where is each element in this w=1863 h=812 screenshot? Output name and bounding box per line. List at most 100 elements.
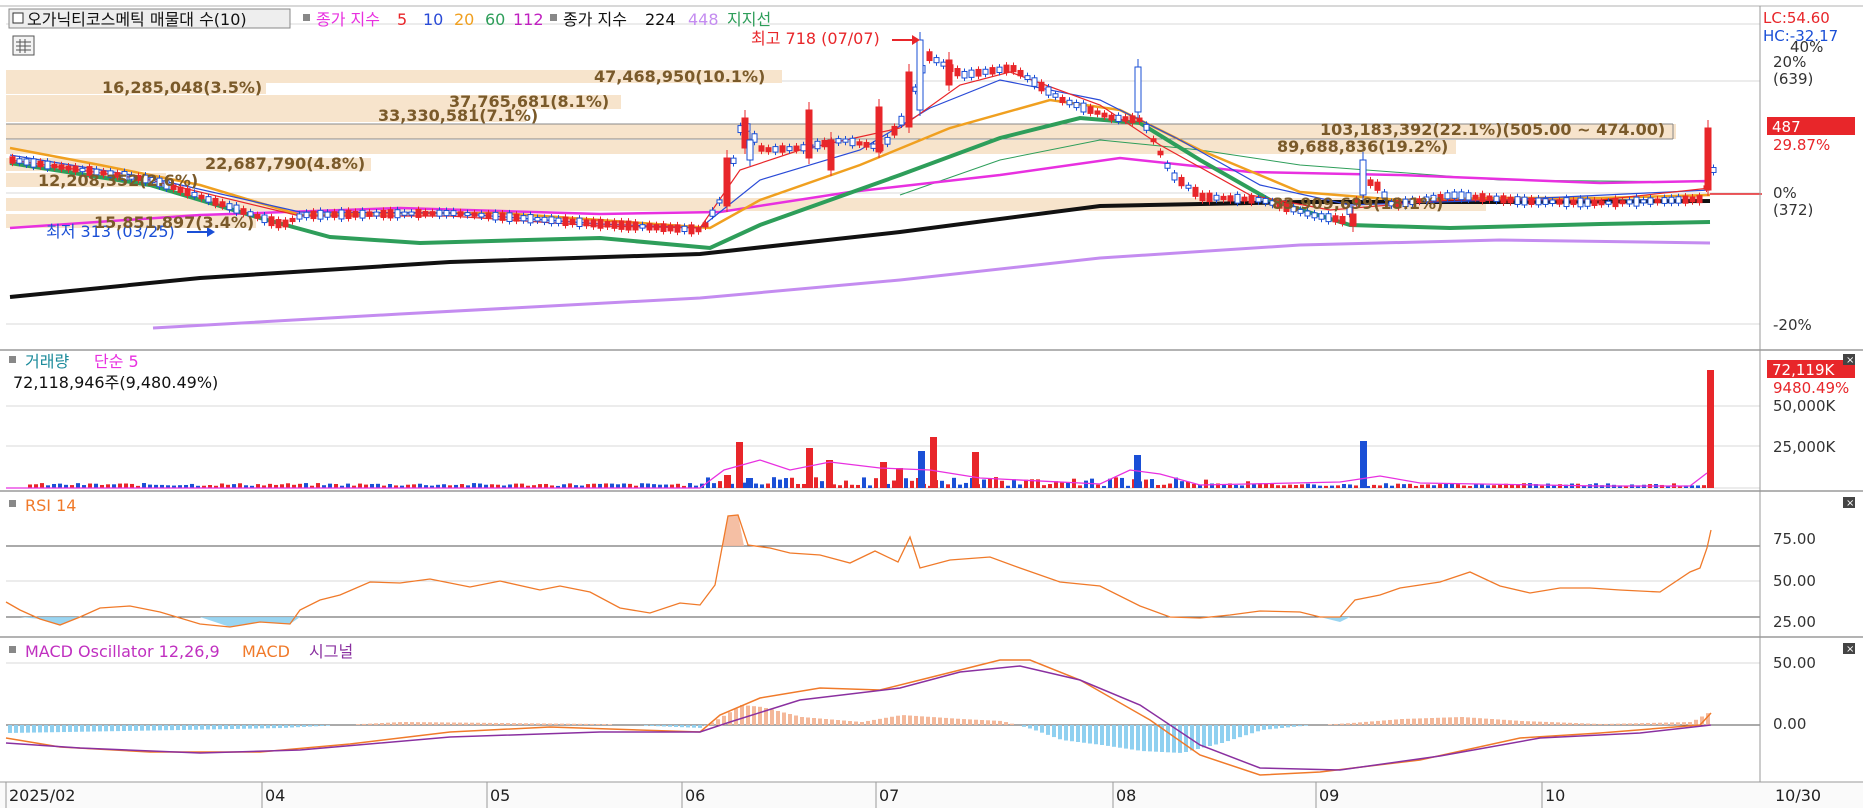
candle-body [422,210,429,216]
candle-body [1626,199,1633,205]
macd-osc-bar [1466,717,1470,725]
ma-legend-112[interactable]: 112 [513,10,544,29]
vp-label: 16,285,048(3.5%) [102,78,262,97]
macd-osc-bar [506,723,510,725]
close-panel-icon[interactable]: × [1843,354,1855,366]
volume-ma-label[interactable]: 단순 5 [94,352,139,371]
candle-body [268,216,275,227]
candle-body [198,194,205,200]
macd-osc-bar [566,723,570,725]
candle-body [275,219,282,229]
macd-osc-bar [1364,721,1368,725]
macd-osc-bar [152,725,156,731]
macd-osc-bar [1034,725,1038,731]
volume-bar [1336,485,1340,488]
table-icon[interactable] [12,35,35,56]
macd-osc-bar [1526,721,1530,725]
volume-bar [472,483,476,488]
macd-osc-bar [914,715,918,725]
candle-body [534,217,541,222]
volume-bar [814,477,818,488]
volume-bar [1707,370,1714,488]
checkbox-icon[interactable] [12,12,24,24]
candle-body [1535,197,1542,206]
rsi-title[interactable]: RSI 14 [25,496,76,515]
volume-bar [1384,483,1388,488]
vp-label: 12,208,352(2.6%) [38,171,198,190]
macd-osc-bar [254,725,258,729]
close-panel-icon[interactable]: × [1843,643,1855,655]
candle-body [1458,191,1465,201]
candle-body [464,212,471,217]
macd-osc-bar [1382,720,1386,725]
ma-legend-5[interactable]: 5 [397,10,407,29]
candle-body [1661,197,1668,204]
close-panel-icon[interactable]: × [1843,497,1855,509]
macd-osc-bar [146,725,150,731]
candle-body [331,211,338,218]
candle-body [1710,167,1717,173]
candle-body [746,139,754,161]
volume-bar [1276,485,1280,488]
macd-osc-bar [80,725,84,732]
macd-label[interactable]: MACD [242,642,290,661]
volume-bar [1492,485,1496,488]
volume-bar [1342,484,1346,488]
macd-osc-bar [368,723,372,725]
volume-bar [88,483,92,488]
ma-legend-448[interactable]: 448 [688,10,719,29]
volume-bar [806,448,813,488]
candle-body [695,227,702,233]
volume-bar [610,483,614,488]
vp-label: 15,851,897(3.4%) [94,213,254,232]
pct-label: 20% [1773,53,1806,71]
candle-body [1031,77,1038,87]
macd-osc-bar [116,725,120,732]
ma-legend-60[interactable]: 60 [485,10,505,29]
ma-legend-10[interactable]: 10 [423,10,443,29]
signal-label[interactable]: 시그널 [309,642,353,661]
volume-bar [1114,477,1118,488]
volume-bar [1156,485,1160,488]
support-line-legend[interactable]: 지지선 [727,10,771,29]
macd-osc-bar [1496,719,1500,725]
macd-osc-bar [1406,718,1410,725]
candle-body [821,139,828,148]
macd-osc-bar [572,723,576,725]
macd-osc-bar [1118,725,1122,748]
volume-bar [1000,480,1004,488]
macd-osc-bar [1094,725,1098,745]
candle-body [597,218,604,229]
macd-osc-bar [812,718,816,725]
candle-body [569,218,576,226]
macd-osc-bar [1676,722,1680,725]
candle-body [1591,199,1598,206]
candle-body [805,109,813,159]
ma-legend-20[interactable]: 20 [454,10,474,29]
candle-body [1262,197,1269,204]
volume-bar [904,478,908,488]
macd-osc-bar [194,725,198,730]
macd-osc-bar [1586,723,1590,725]
macd-osc-bar [1304,725,1308,726]
macd-osc-bar [686,725,690,728]
candle-body [1136,117,1143,123]
macd-title[interactable]: MACD Oscillator 12,26,9 [25,642,220,661]
volume-bar [1240,485,1244,488]
macd-osc-bar [1010,723,1014,725]
macd-osc-bar [578,723,582,725]
ma-legend-224[interactable]: 224 [645,10,676,29]
candle-body [289,217,296,223]
candle-body [1374,181,1381,191]
candle-body [1521,196,1528,206]
macd-osc-bar [200,725,204,730]
candle-body [856,141,863,146]
macd-osc-bar [62,725,66,733]
macd-osc-bar [398,722,402,725]
macd-osc-bar [50,725,54,733]
macd-osc-bar [818,718,822,725]
macd-osc-bar [1076,725,1080,742]
volume-bar [1300,484,1304,488]
macd-osc-bar [1592,723,1596,725]
candle-body [226,203,233,211]
